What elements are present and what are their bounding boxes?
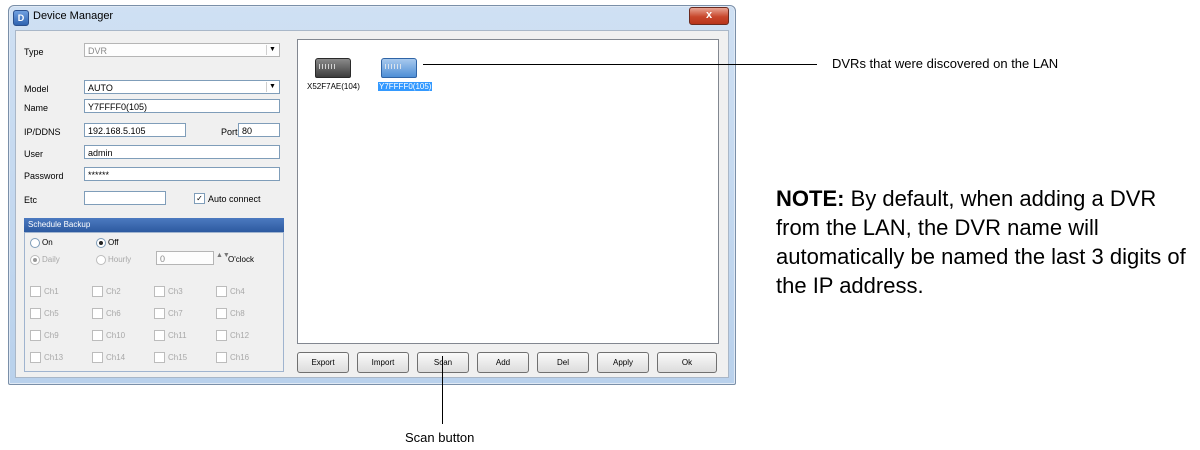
channel-checkbox[interactable] <box>92 286 103 297</box>
devices-callout-line <box>423 64 817 65</box>
dvr-device-icon <box>381 58 417 78</box>
channel-checkbox[interactable] <box>216 308 227 319</box>
ok-button[interactable]: Ok <box>657 352 717 373</box>
channel-label: Ch5 <box>44 309 59 318</box>
discovered-device-list[interactable]: X52F7AE(104) Y7FFFF0(105) <box>297 39 719 344</box>
device-name-1[interactable]: X52F7AE(104) <box>307 82 360 91</box>
channel-label: Ch4 <box>230 287 245 296</box>
name-label: Name <box>24 103 49 113</box>
port-field[interactable]: 80 <box>238 123 280 137</box>
hour-stepper[interactable]: 0 <box>156 251 214 265</box>
channel-checkbox[interactable] <box>92 308 103 319</box>
channel-checkbox[interactable] <box>30 330 41 341</box>
schedule-backup-group <box>24 232 284 372</box>
hour-value: 0 <box>160 254 166 264</box>
channel-label: Ch11 <box>168 331 187 340</box>
note-paragraph: NOTE: By default, when adding a DVR from… <box>776 184 1186 300</box>
channel-label: Ch3 <box>168 287 183 296</box>
password-label: Password <box>24 171 64 181</box>
auto-connect-label: Auto connect <box>208 194 261 204</box>
chevron-down-icon: ▼ <box>266 45 278 55</box>
schedule-backup-header: Schedule Backup <box>24 218 284 232</box>
user-label: User <box>24 149 44 159</box>
channel-checkbox[interactable] <box>92 352 103 363</box>
channel-label: Ch9 <box>44 331 59 340</box>
device-manager-window: D Device Manager x Type DVR ▼ Model AUTO… <box>8 5 736 385</box>
channel-checkbox[interactable] <box>30 308 41 319</box>
add-button[interactable]: Add <box>477 352 529 373</box>
channel-checkbox[interactable] <box>154 286 165 297</box>
device-item-2[interactable] <box>376 54 420 84</box>
schedule-off-radio[interactable] <box>96 238 106 248</box>
channel-label: Ch15 <box>168 353 188 362</box>
oclock-label: O'clock <box>228 255 254 264</box>
del-button[interactable]: Del <box>537 352 589 373</box>
channel-label: Ch1 <box>44 287 59 296</box>
devices-callout-text: DVRs that were discovered on the LAN <box>832 56 1059 71</box>
apply-button[interactable]: Apply <box>597 352 649 373</box>
model-dropdown[interactable]: AUTO ▼ <box>84 80 280 94</box>
channel-label: Ch6 <box>106 309 121 318</box>
app-icon: D <box>13 10 29 26</box>
channel-label: Ch16 <box>230 353 250 362</box>
model-value: AUTO <box>88 83 113 93</box>
daily-radio[interactable] <box>30 255 40 265</box>
device-name-2[interactable]: Y7FFFF0(105) <box>378 82 433 91</box>
scan-callout-text: Scan button <box>405 430 475 445</box>
channel-checkbox[interactable] <box>216 352 227 363</box>
schedule-on-label: On <box>42 238 53 247</box>
channel-label: Ch7 <box>168 309 183 318</box>
channel-label: Ch10 <box>106 331 126 340</box>
window-title: Device Manager <box>33 10 114 22</box>
etc-field[interactable] <box>84 191 166 205</box>
name-field[interactable]: Y7FFFF0(105) <box>84 99 280 113</box>
etc-label: Etc <box>24 195 38 205</box>
channel-label: Ch2 <box>106 287 121 296</box>
export-button[interactable]: Export <box>297 352 349 373</box>
channel-label: Ch14 <box>106 353 126 362</box>
channel-checkbox[interactable] <box>216 286 227 297</box>
hourly-label: Hourly <box>108 255 132 264</box>
password-field[interactable]: ****** <box>84 167 280 181</box>
schedule-off-label: Off <box>108 238 119 247</box>
type-value: DVR <box>88 46 108 56</box>
type-dropdown: DVR ▼ <box>84 43 280 57</box>
type-label: Type <box>24 47 44 57</box>
hourly-radio[interactable] <box>96 255 106 265</box>
channel-checkbox[interactable] <box>92 330 103 341</box>
channel-checkbox[interactable] <box>154 352 165 363</box>
note-label: NOTE: <box>776 186 845 211</box>
title-bar[interactable]: D Device Manager x <box>9 6 735 28</box>
channel-checkbox[interactable] <box>30 286 41 297</box>
channel-label: Ch12 <box>230 331 250 340</box>
ip-ddns-label: IP/DDNS <box>24 127 61 137</box>
close-button[interactable]: x <box>689 7 729 25</box>
channel-label: Ch8 <box>230 309 245 318</box>
channel-label: Ch13 <box>44 353 64 362</box>
auto-connect-checkbox[interactable]: ✓ <box>194 193 205 204</box>
import-button[interactable]: Import <box>357 352 409 373</box>
model-label: Model <box>24 84 49 94</box>
scan-button[interactable]: Scan <box>417 352 469 373</box>
schedule-on-radio[interactable] <box>30 238 40 248</box>
window-client-area: Type DVR ▼ Model AUTO ▼ Name Y7FFFF0(105… <box>15 30 729 378</box>
chevron-down-icon[interactable]: ▼ <box>266 82 278 92</box>
channel-checkbox[interactable] <box>154 330 165 341</box>
scan-callout-line <box>442 356 443 424</box>
channel-checkbox[interactable] <box>30 352 41 363</box>
device-item-1[interactable] <box>310 54 354 84</box>
channel-checkbox[interactable] <box>216 330 227 341</box>
ip-ddns-field[interactable]: 192.168.5.105 <box>84 123 186 137</box>
daily-label: Daily <box>42 255 60 264</box>
port-label: Port <box>221 127 238 137</box>
dvr-device-icon <box>315 58 351 78</box>
user-field[interactable]: admin <box>84 145 280 159</box>
channel-checkbox[interactable] <box>154 308 165 319</box>
